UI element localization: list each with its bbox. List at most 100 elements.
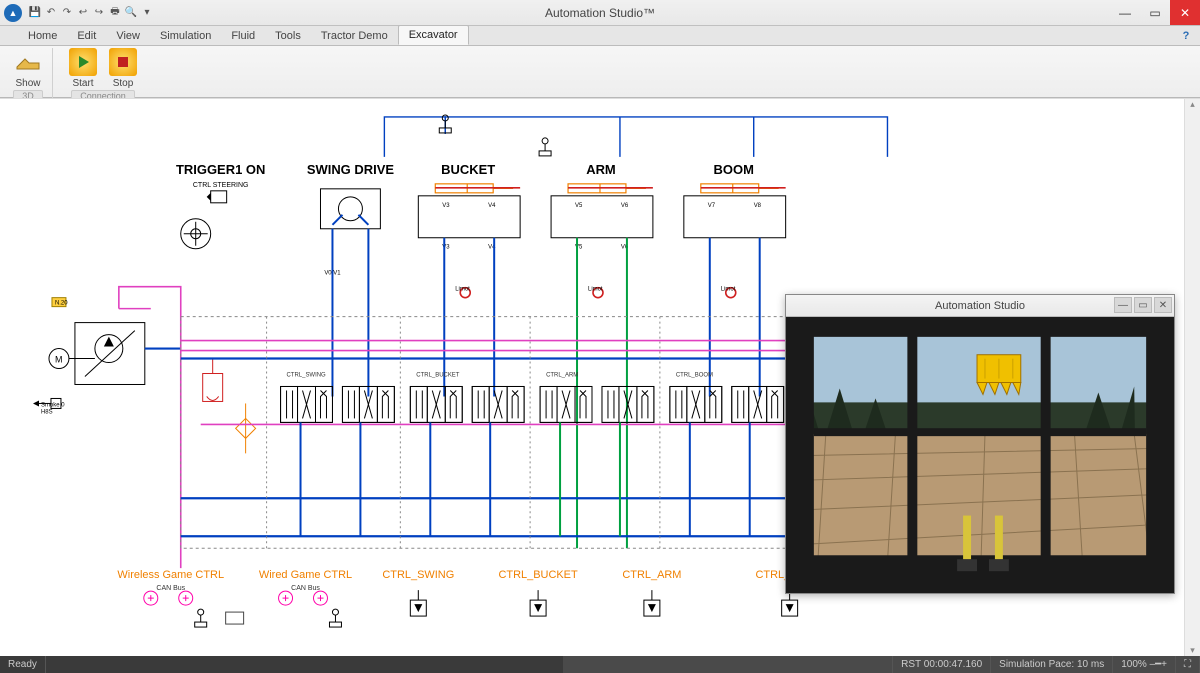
sim-3d-titlebar[interactable]: Automation Studio — ▭ ✕ xyxy=(786,295,1174,317)
title-bar: ▲ 💾 ↶ ↷ ↩ ↪ 🖶 🔍 ▾ Automation Studio™ — ▭… xyxy=(0,0,1200,26)
joystick-mid[interactable] xyxy=(539,138,551,156)
tab-tools[interactable]: Tools xyxy=(265,27,311,45)
trigger-valve[interactable] xyxy=(207,191,227,203)
label-trigger: TRIGGER1 ON xyxy=(176,162,265,177)
svg-text:CTRL_BUCKET: CTRL_BUCKET xyxy=(416,373,459,379)
qat-undo-icon[interactable]: ↶ xyxy=(44,6,58,20)
joystick-wireless[interactable] xyxy=(195,609,207,627)
port-swing[interactable] xyxy=(410,590,426,616)
label-wired: Wired Game CTRL xyxy=(259,569,352,581)
sim-3d-min-button[interactable]: — xyxy=(1114,297,1132,313)
status-pace: Simulation Pace: 10 ms xyxy=(991,656,1113,673)
steering-wheel-icon[interactable] xyxy=(181,219,211,249)
svg-text:V8: V8 xyxy=(754,203,762,209)
relief-valve[interactable] xyxy=(203,359,223,402)
label-bucket: BUCKET xyxy=(441,162,495,177)
sim-3d-close-button[interactable]: ✕ xyxy=(1154,297,1172,313)
label-ctrl-bucket: CTRL_BUCKET xyxy=(498,569,578,581)
stop-button[interactable]: Stop xyxy=(105,48,141,89)
svg-text:M: M xyxy=(55,355,62,365)
window-minimize-button[interactable]: — xyxy=(1110,0,1140,25)
svg-text:CAN Bus: CAN Bus xyxy=(156,585,185,592)
sim-3d-window[interactable]: Automation Studio — ▭ ✕ xyxy=(785,294,1175,594)
label-boom: BOOM xyxy=(714,162,754,177)
qat-back-icon[interactable]: ↩ xyxy=(76,6,90,20)
workspace: TRIGGER1 ON CTRL STEERING SWING DRIVE BU… xyxy=(0,98,1200,656)
label-ctrl-arm: CTRL_ARM xyxy=(622,569,681,581)
motor-swing[interactable] xyxy=(320,189,380,229)
window-close-button[interactable]: ✕ xyxy=(1170,0,1200,25)
svg-text:CTRL_SWING: CTRL_SWING xyxy=(287,373,326,379)
svg-text:V5: V5 xyxy=(575,203,583,209)
label-swing: SWING DRIVE xyxy=(307,162,395,177)
pump-section[interactable]: N.20 M Smoke 0H8S xyxy=(33,287,181,568)
port-boom[interactable] xyxy=(782,590,798,616)
gamepad-wireless-icon[interactable] xyxy=(144,591,158,605)
ribbon-tabs: Home Edit View Simulation Fluid Tools Tr… xyxy=(0,26,1200,46)
sim-3d-title: Automation Studio xyxy=(935,300,1025,312)
app-title: Automation Studio™ xyxy=(545,6,655,20)
status-rst: RST 00:00:47.160 xyxy=(893,656,991,673)
qat-save-icon[interactable]: 💾 xyxy=(28,6,42,20)
tab-simulation[interactable]: Simulation xyxy=(150,27,221,45)
status-zoom[interactable]: 100% –━+ xyxy=(1113,656,1176,673)
svg-text:CTRL_BOOM: CTRL_BOOM xyxy=(676,373,713,379)
label-wireless: Wireless Game CTRL xyxy=(117,569,224,581)
label-ctrl-steering: CTRL STEERING xyxy=(193,182,249,189)
start-button[interactable]: Start xyxy=(65,48,101,89)
svg-text:Limot: Limot xyxy=(588,287,603,293)
svg-text:Limot: Limot xyxy=(721,287,736,293)
show-button[interactable]: Show xyxy=(10,48,46,89)
qat-redo-icon[interactable]: ↷ xyxy=(60,6,74,20)
svg-text:V0 V1: V0 V1 xyxy=(324,271,341,277)
tab-excavator[interactable]: Excavator xyxy=(398,25,469,45)
joystick-wired[interactable] xyxy=(329,609,341,627)
stop-label: Stop xyxy=(113,78,134,89)
gamepad-wired-icon2[interactable] xyxy=(314,591,328,605)
app-logo-icon: ▲ xyxy=(4,4,22,22)
gamepad-wireless-icon2[interactable] xyxy=(179,591,193,605)
label-arm: ARM xyxy=(586,162,616,177)
valve-swing[interactable]: CTRL_SWING xyxy=(281,373,395,537)
port-arm[interactable] xyxy=(644,590,660,616)
status-bar: Ready RST 00:00:47.160 Simulation Pace: … xyxy=(0,656,1200,673)
tab-fluid[interactable]: Fluid xyxy=(221,27,265,45)
help-icon[interactable]: ? xyxy=(1178,28,1194,44)
tab-home[interactable]: Home xyxy=(18,27,67,45)
status-fit-icon[interactable]: ⛶ xyxy=(1176,656,1200,673)
label-ctrl-swing: CTRL_SWING xyxy=(382,569,454,581)
filter-icon[interactable] xyxy=(236,403,256,453)
cyl-bucket[interactable]: V3V4 V3V4 xyxy=(418,184,520,251)
sim-3d-max-button[interactable]: ▭ xyxy=(1134,297,1152,313)
tab-tractor[interactable]: Tractor Demo xyxy=(311,27,398,45)
status-ready: Ready xyxy=(0,656,46,673)
svg-text:CTRL_ARM: CTRL_ARM xyxy=(546,373,578,379)
svg-text:Limot: Limot xyxy=(455,287,470,293)
start-label: Start xyxy=(72,78,93,89)
svg-text:V3: V3 xyxy=(442,203,450,209)
qat-zoom-icon[interactable]: 🔍 xyxy=(124,6,138,20)
valve-bucket[interactable]: CTRL_BUCKET xyxy=(410,373,524,537)
valve-arm[interactable]: CTRL_ARM xyxy=(540,373,654,537)
cyl-boom[interactable]: V7 V8 xyxy=(684,184,786,238)
quick-access-toolbar: 💾 ↶ ↷ ↩ ↪ 🖶 🔍 ▾ xyxy=(28,6,154,20)
ribbon: Show 3D Start Stop Connection xyxy=(0,46,1200,98)
window-maximize-button[interactable]: ▭ xyxy=(1140,0,1170,25)
vertical-scrollbar[interactable] xyxy=(1184,99,1200,656)
cyl-arm[interactable]: V5V6 V5V6 xyxy=(551,184,653,251)
qat-more-icon[interactable]: ▾ xyxy=(140,6,154,20)
port-bucket[interactable] xyxy=(530,590,546,616)
qat-fwd-icon[interactable]: ↪ xyxy=(92,6,106,20)
svg-text:CAN Bus: CAN Bus xyxy=(291,585,320,592)
show-label: Show xyxy=(15,78,40,89)
sim-3d-viewport[interactable] xyxy=(786,317,1174,593)
svg-text:V7: V7 xyxy=(708,203,716,209)
valve-boom[interactable]: CTRL_BOOM xyxy=(670,373,784,537)
svg-text:V6: V6 xyxy=(621,203,629,209)
gamepad-wired-icon[interactable] xyxy=(279,591,293,605)
tab-edit[interactable]: Edit xyxy=(67,27,106,45)
svg-text:N.20: N.20 xyxy=(55,301,68,307)
qat-print-icon[interactable]: 🖶 xyxy=(108,6,122,20)
tab-view[interactable]: View xyxy=(106,27,150,45)
svg-text:V4: V4 xyxy=(488,203,496,209)
